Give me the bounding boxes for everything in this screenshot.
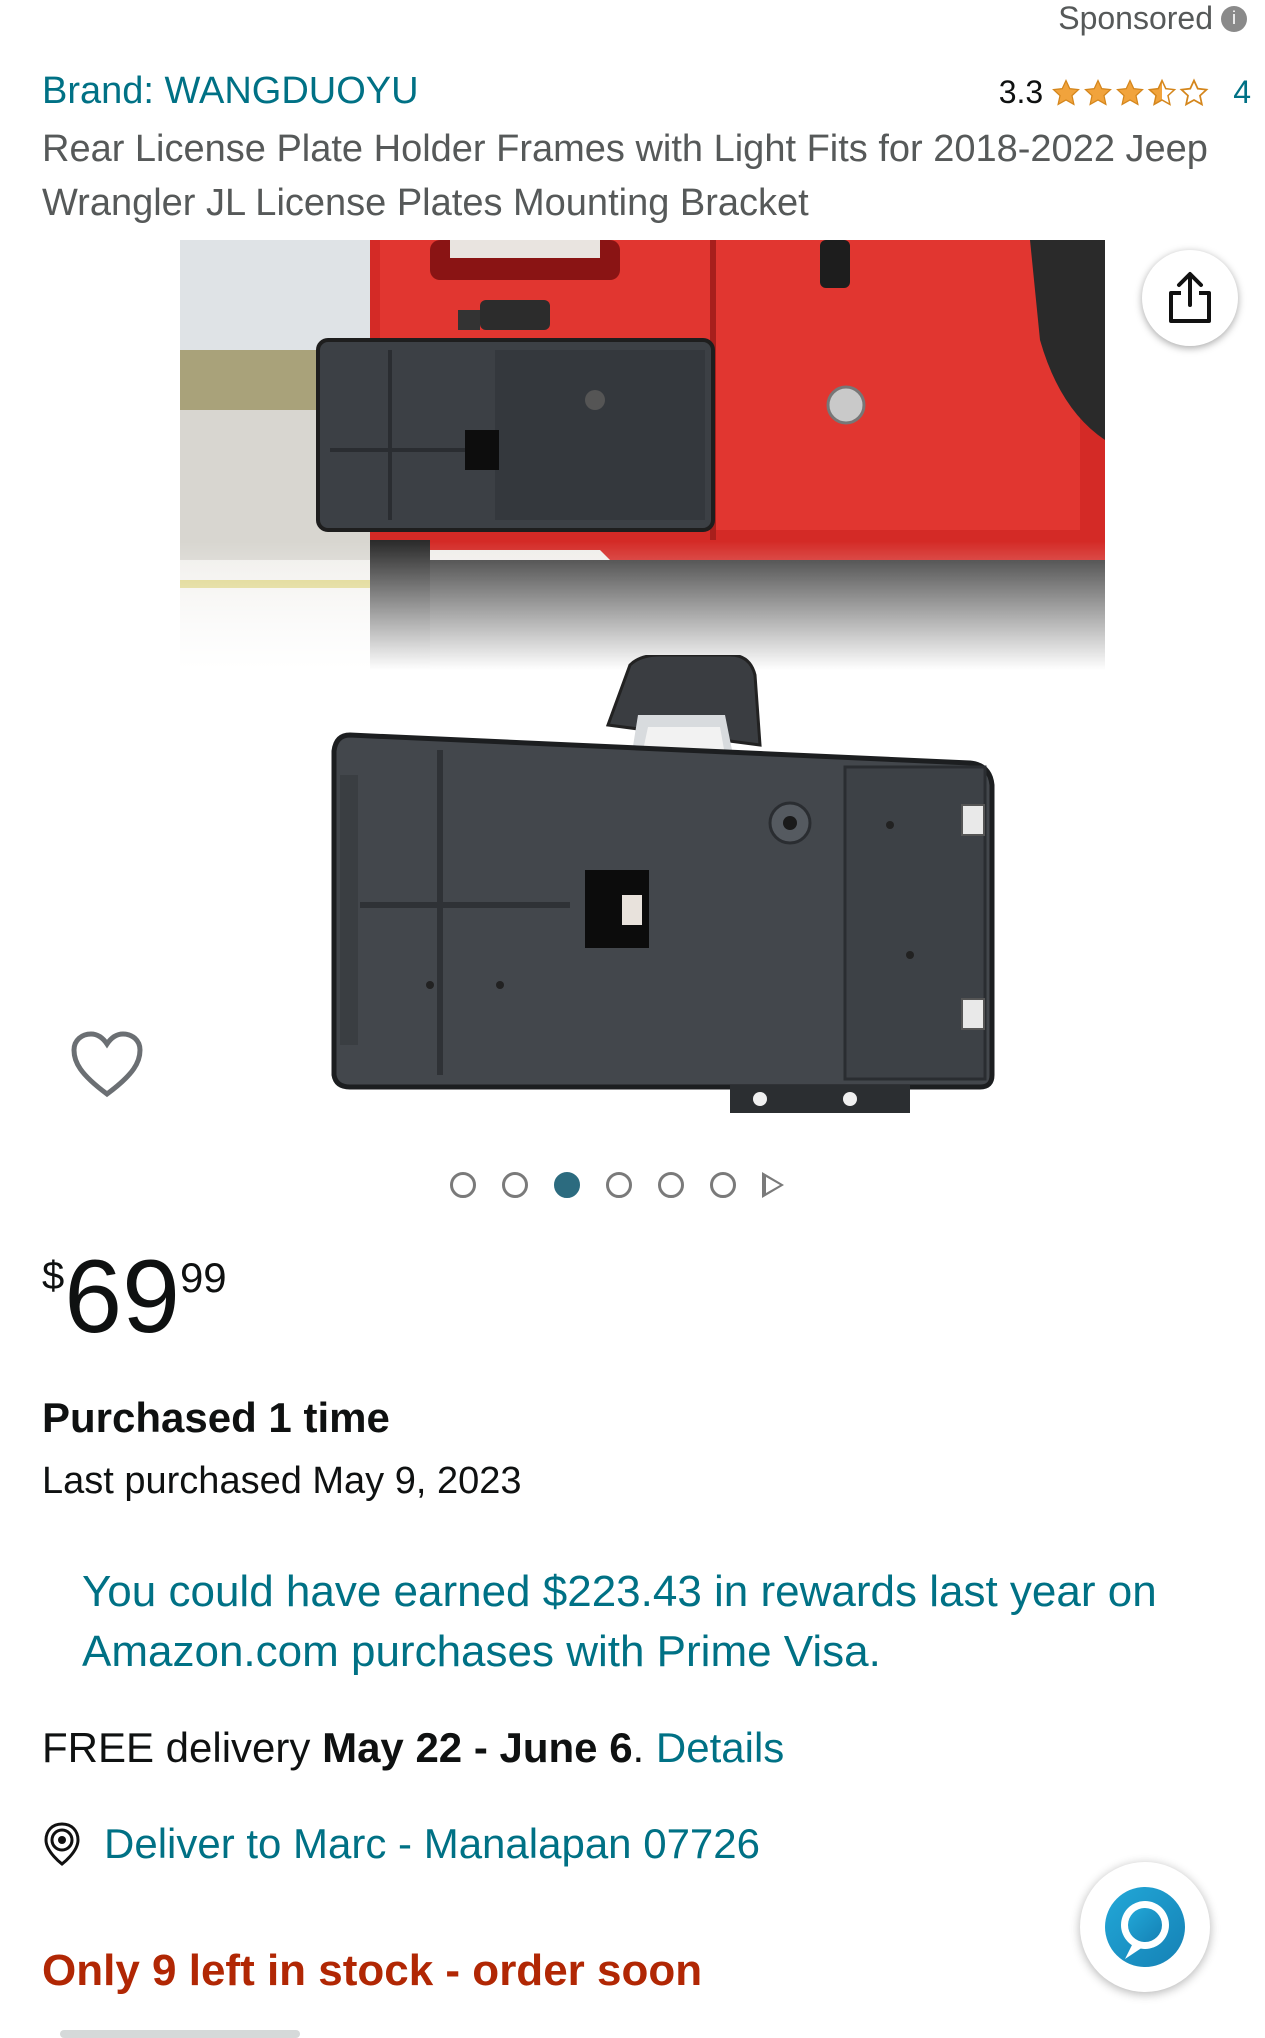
star-icon	[1084, 78, 1113, 106]
info-icon[interactable]: i	[1221, 5, 1247, 32]
location-pin-icon	[44, 1822, 80, 1866]
stock-status: Only 9 left in stock - order soon	[42, 1946, 703, 1995]
share-button[interactable]	[1142, 250, 1238, 346]
carousel-dot[interactable]	[502, 1172, 528, 1198]
star-rating	[1051, 77, 1209, 108]
share-icon	[1169, 272, 1211, 323]
delivery-info: FREE delivery May 22 - June 6. Details	[42, 1724, 784, 1772]
alexa-icon	[1105, 1887, 1185, 1967]
jeep-scene-illustration	[180, 240, 1105, 670]
price: $ 69 99	[42, 1242, 227, 1352]
alexa-button[interactable]	[1080, 1862, 1210, 1992]
delivery-suffix: .	[632, 1724, 656, 1771]
carousel-dot[interactable]	[710, 1172, 736, 1198]
sponsored-label[interactable]: Sponsored i	[1058, 0, 1247, 37]
last-purchased-date: Last purchased May 9, 2023	[42, 1460, 522, 1502]
delivery-details-link[interactable]: Details	[656, 1724, 784, 1771]
brand-link[interactable]: Brand: WANGDUOYU	[42, 70, 419, 113]
rating[interactable]: 3.3 4	[999, 74, 1251, 111]
empty-star-icon	[1179, 77, 1209, 106]
image-carousel-dots[interactable]	[450, 1172, 784, 1198]
product-image-bracket[interactable]	[330, 653, 1000, 1115]
carousel-dot[interactable]	[658, 1172, 684, 1198]
price-whole: 69	[64, 1239, 180, 1355]
half-star-icon	[1147, 78, 1177, 106]
carousel-dot[interactable]	[606, 1172, 632, 1198]
star-icon	[1116, 78, 1145, 106]
rating-count[interactable]: 4	[1233, 74, 1251, 111]
deliver-to-text: Deliver to Marc - Manalapan 07726	[104, 1820, 761, 1867]
product-image-scene[interactable]	[180, 240, 1105, 670]
bracket-illustration	[331, 653, 995, 1113]
delivery-dates: May 22 - June 6	[322, 1724, 633, 1771]
carousel-dot[interactable]	[450, 1172, 476, 1198]
bottom-scroll-indicator	[60, 2030, 300, 2038]
carousel-dot-active[interactable]	[554, 1172, 580, 1198]
play-icon[interactable]	[762, 1172, 784, 1198]
prime-visa-rewards-link[interactable]: You could have earned $223.43 in rewards…	[82, 1562, 1212, 1682]
rating-value: 3.3	[998, 74, 1044, 110]
price-symbol: $	[42, 1254, 65, 1298]
delivery-prefix: FREE delivery	[42, 1724, 323, 1771]
wishlist-heart-button[interactable]	[70, 1030, 144, 1100]
product-title: Rear License Plate Holder Frames with Li…	[42, 128, 1208, 224]
price-fraction: 99	[179, 1254, 227, 1301]
star-icon	[1052, 78, 1081, 106]
deliver-to-location[interactable]: Deliver to Marc - Manalapan 07726	[42, 1820, 760, 1868]
heart-icon	[71, 1031, 143, 1098]
purchased-count: Purchased 1 time	[42, 1394, 390, 1441]
sponsored-text: Sponsored	[1058, 0, 1213, 36]
